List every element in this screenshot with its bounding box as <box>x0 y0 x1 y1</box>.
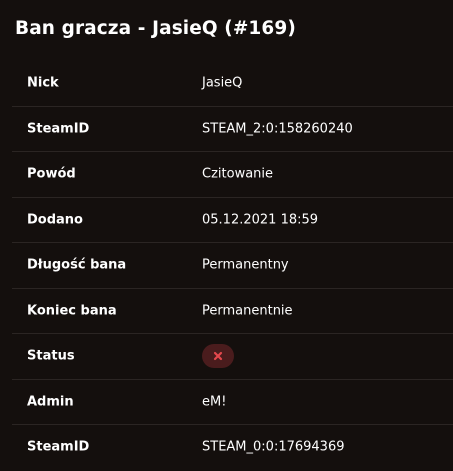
row-label: SteamID <box>27 439 90 455</box>
x-icon <box>213 352 223 361</box>
table-row-ban-end: Koniec bana Permanentnie <box>12 289 453 334</box>
row-value: STEAM_2:0:158260240 <box>202 121 353 137</box>
table-row-admin: Admin eM! <box>12 380 453 425</box>
table-row-status: Status <box>12 334 453 380</box>
row-value: Permanentny <box>202 257 289 273</box>
row-label: SteamID <box>27 121 90 137</box>
row-value: Permanentnie <box>202 303 293 319</box>
row-value: 05.12.2021 18:59 <box>202 212 319 228</box>
row-value: Czitowanie <box>202 166 274 182</box>
table-row-reason: Powód Czitowanie <box>12 152 453 198</box>
table-row-admin-steamid: SteamID STEAM_0:0:17694369 <box>12 425 453 470</box>
row-value: JasieQ <box>202 75 243 91</box>
page-title: Ban gracza - JasieQ (#169) <box>15 18 296 39</box>
row-value: eM! <box>202 394 227 410</box>
table-row-ban-length: Długość bana Permanentny <box>12 243 453 289</box>
status-badge <box>202 344 234 369</box>
table-row-added: Dodano 05.12.2021 18:59 <box>12 198 453 243</box>
row-label: Status <box>27 348 75 364</box>
row-label: Powód <box>27 166 76 182</box>
row-label: Długość bana <box>27 257 127 273</box>
row-label: Dodano <box>27 212 83 228</box>
ban-details-table: Nick JasieQ SteamID STEAM_2:0:158260240 … <box>12 61 453 470</box>
table-row-nick: Nick JasieQ <box>12 61 453 107</box>
row-value: STEAM_0:0:17694369 <box>202 439 345 455</box>
row-label: Admin <box>27 394 74 410</box>
row-label: Koniec bana <box>27 303 117 319</box>
table-row-steamid: SteamID STEAM_2:0:158260240 <box>12 107 453 152</box>
row-label: Nick <box>27 75 59 91</box>
